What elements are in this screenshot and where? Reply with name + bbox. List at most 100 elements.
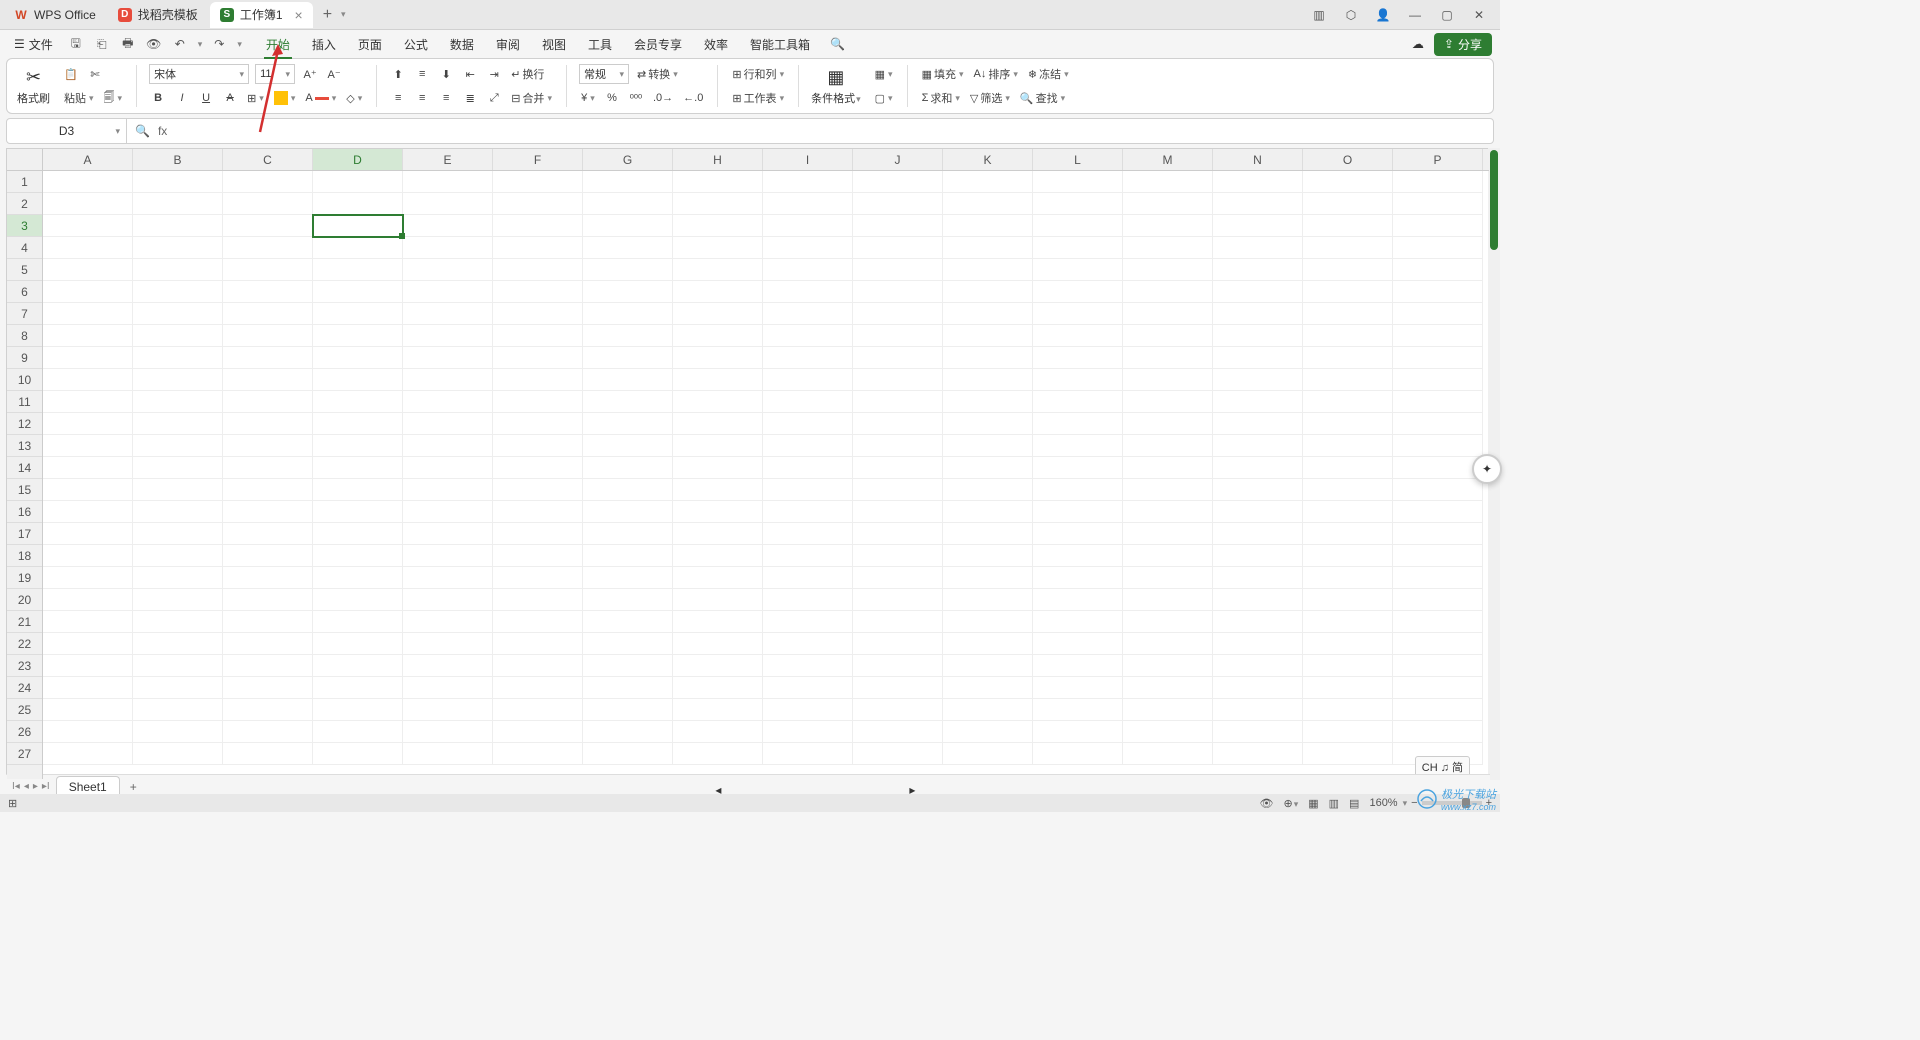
- cell[interactable]: [493, 325, 583, 347]
- row-header[interactable]: 16: [7, 501, 42, 523]
- cell[interactable]: [313, 677, 403, 699]
- cell[interactable]: [1123, 281, 1213, 303]
- align-left-icon[interactable]: ≡: [389, 88, 407, 108]
- cell[interactable]: [1033, 391, 1123, 413]
- cell[interactable]: [853, 589, 943, 611]
- cell[interactable]: [1033, 237, 1123, 259]
- cell[interactable]: [673, 699, 763, 721]
- cell[interactable]: [583, 677, 673, 699]
- row-header[interactable]: 18: [7, 545, 42, 567]
- cell[interactable]: [943, 501, 1033, 523]
- cell[interactable]: [1123, 699, 1213, 721]
- freeze-button[interactable]: ❄冻结▾: [1026, 64, 1071, 84]
- find-button[interactable]: 🔍查找▾: [1018, 88, 1067, 108]
- cell[interactable]: [1303, 369, 1393, 391]
- tab-smart[interactable]: 智能工具箱: [748, 32, 812, 57]
- cell[interactable]: [673, 479, 763, 501]
- cell[interactable]: [1393, 215, 1483, 237]
- cell[interactable]: [1213, 633, 1303, 655]
- cell[interactable]: [763, 611, 853, 633]
- fill-button[interactable]: ▦填充▾: [920, 64, 966, 84]
- column-header[interactable]: I: [763, 149, 853, 170]
- cell[interactable]: [583, 171, 673, 193]
- cell[interactable]: [1213, 237, 1303, 259]
- tab-view[interactable]: 视图: [540, 32, 568, 57]
- cell[interactable]: [943, 413, 1033, 435]
- save-icon[interactable]: 🖫: [67, 35, 85, 53]
- print-icon[interactable]: 🖶: [119, 35, 137, 53]
- cell[interactable]: [1213, 347, 1303, 369]
- paste-button[interactable]: 粘贴▾: [62, 88, 96, 108]
- float-assist-button[interactable]: ✦: [1472, 454, 1502, 484]
- copy-icon[interactable]: 📋: [62, 64, 80, 84]
- cell[interactable]: [763, 743, 853, 765]
- cell[interactable]: [1213, 545, 1303, 567]
- cell[interactable]: [133, 281, 223, 303]
- cell[interactable]: [1393, 281, 1483, 303]
- cell[interactable]: [853, 633, 943, 655]
- minimize-button[interactable]: —: [1406, 6, 1424, 24]
- cell[interactable]: [1213, 567, 1303, 589]
- cell[interactable]: [1213, 479, 1303, 501]
- cell[interactable]: [313, 281, 403, 303]
- row-header[interactable]: 7: [7, 303, 42, 325]
- cell[interactable]: [133, 171, 223, 193]
- cell[interactable]: [493, 413, 583, 435]
- cell[interactable]: [583, 721, 673, 743]
- cell[interactable]: [853, 435, 943, 457]
- cell[interactable]: [133, 545, 223, 567]
- cell[interactable]: [1393, 545, 1483, 567]
- cell[interactable]: [1123, 589, 1213, 611]
- cell[interactable]: [583, 391, 673, 413]
- sheet-nav-first[interactable]: I◂: [12, 781, 20, 792]
- cell[interactable]: [763, 347, 853, 369]
- cell[interactable]: [43, 325, 133, 347]
- cell[interactable]: [853, 281, 943, 303]
- cell[interactable]: [43, 215, 133, 237]
- tab-workbook[interactable]: S 工作簿1 ×: [210, 2, 313, 28]
- cell[interactable]: [853, 721, 943, 743]
- cell[interactable]: [1303, 391, 1393, 413]
- cell[interactable]: [133, 259, 223, 281]
- cell[interactable]: [313, 215, 403, 237]
- cell[interactable]: [133, 369, 223, 391]
- cell[interactable]: [313, 655, 403, 677]
- tab-page[interactable]: 页面: [356, 32, 384, 57]
- cell[interactable]: [673, 545, 763, 567]
- cell[interactable]: [763, 391, 853, 413]
- cell[interactable]: [493, 655, 583, 677]
- cell[interactable]: [1213, 457, 1303, 479]
- cell[interactable]: [1033, 413, 1123, 435]
- cell[interactable]: [313, 523, 403, 545]
- cell[interactable]: [673, 347, 763, 369]
- cell[interactable]: [1303, 303, 1393, 325]
- cell[interactable]: [1213, 171, 1303, 193]
- cell[interactable]: [1213, 721, 1303, 743]
- cell[interactable]: [583, 259, 673, 281]
- cell[interactable]: [943, 171, 1033, 193]
- cell[interactable]: [1213, 369, 1303, 391]
- cell[interactable]: [1303, 699, 1393, 721]
- cell[interactable]: [1213, 281, 1303, 303]
- rowcol-button[interactable]: ⊞行和列▾: [730, 64, 786, 84]
- row-header[interactable]: 1: [7, 171, 42, 193]
- cell[interactable]: [1033, 281, 1123, 303]
- cell[interactable]: [1393, 655, 1483, 677]
- cell[interactable]: [583, 611, 673, 633]
- cell[interactable]: [133, 721, 223, 743]
- cell[interactable]: [853, 523, 943, 545]
- cell[interactable]: [943, 435, 1033, 457]
- cell[interactable]: [403, 413, 493, 435]
- orientation-icon[interactable]: ⤢: [485, 88, 503, 108]
- cell[interactable]: [493, 677, 583, 699]
- horizontal-scrollbar[interactable]: ◂ ▸: [147, 783, 1484, 791]
- merge-button[interactable]: ⊟合并▾: [509, 88, 554, 108]
- name-box[interactable]: D3: [7, 119, 127, 143]
- sort-button[interactable]: A↓排序▾: [972, 64, 1020, 84]
- cell[interactable]: [1393, 677, 1483, 699]
- cell[interactable]: [1303, 457, 1393, 479]
- cell[interactable]: [313, 699, 403, 721]
- indent-increase-icon[interactable]: ⇥: [485, 64, 503, 84]
- cell[interactable]: [1033, 193, 1123, 215]
- tab-tools[interactable]: 工具: [586, 32, 614, 57]
